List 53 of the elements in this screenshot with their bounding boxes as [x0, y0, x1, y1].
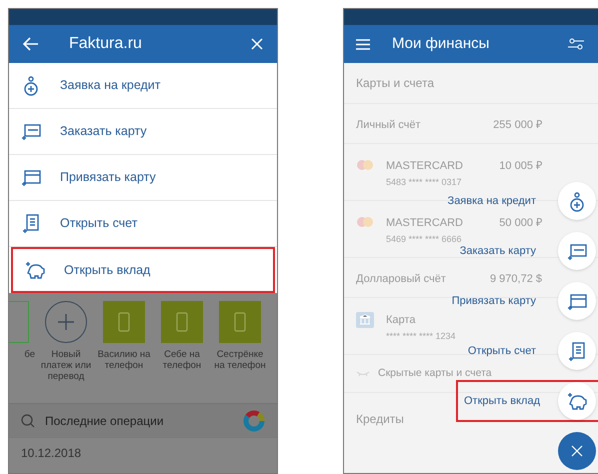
menu-item[interactable]: Заявка на кредит — [9, 63, 277, 109]
account-amount: 255 000 ₽ — [493, 118, 542, 133]
section-title: Кредиты — [356, 411, 404, 428]
phone-tile[interactable] — [103, 301, 145, 343]
bank-icon — [356, 312, 374, 328]
account-name: MASTERCARD — [386, 216, 464, 231]
menu-item[interactable]: Открыть вклад — [11, 247, 275, 293]
card-number: 5483 **** **** 0317 — [386, 176, 463, 188]
filter-icon[interactable] — [568, 37, 584, 51]
fab-menu-label[interactable]: Заказать карту — [454, 242, 542, 260]
menu-item[interactable]: Заказать карту — [9, 109, 277, 155]
account-amount: 9 970,72 $ — [490, 272, 542, 287]
add-payment-button[interactable] — [45, 301, 87, 343]
operations-title: Последние операции — [45, 412, 165, 430]
fab-menu-label[interactable]: Открыть счет — [462, 342, 542, 360]
phone-tile[interactable] — [219, 301, 261, 343]
closed-eye-icon — [356, 370, 370, 376]
section-title: Карты и счета — [356, 75, 434, 92]
document-plus-icon — [566, 340, 588, 362]
card-number: 5469 **** **** 6666 — [386, 232, 463, 246]
header-title: Мои финансы — [392, 34, 490, 54]
account-amount: 50 000 ₽ — [499, 216, 542, 231]
close-icon — [571, 445, 583, 457]
fab-menu-label[interactable]: Привязать карту — [446, 292, 542, 310]
account-name: Личный счёт — [356, 118, 422, 133]
phone-icon — [118, 312, 130, 332]
shortcut-label: Себе на телефон — [162, 349, 202, 371]
card-number: **** **** **** 1234 — [386, 330, 457, 342]
back-icon[interactable] — [23, 37, 39, 51]
menu-item[interactable]: Привязать карту — [9, 155, 277, 201]
shortcut-label: Новый платеж или перевод — [40, 349, 92, 382]
piggy-bank-icon — [25, 260, 46, 280]
search-icon[interactable] — [21, 414, 35, 428]
shortcut-label: Василию на телефон — [97, 349, 151, 371]
header-title: Faktura.ru — [69, 34, 143, 54]
card-logo-icon — [356, 216, 374, 228]
shortcut-label: Сестрёнке на телефон — [213, 349, 267, 371]
plus-icon — [58, 314, 74, 330]
date-label: 10.12.2018 — [21, 444, 82, 462]
phone-tile[interactable] — [161, 301, 203, 343]
phone-icon — [176, 312, 188, 332]
menu-item[interactable]: Открыть счет — [9, 201, 277, 247]
account-name: Карта — [386, 313, 416, 328]
account-amount: 10 005 ₽ — [499, 159, 542, 174]
menu-icon[interactable] — [356, 38, 370, 50]
phone-icon — [234, 312, 246, 332]
piggy-bank-icon — [566, 390, 588, 412]
card-logo-icon — [356, 159, 374, 171]
fab-menu-label[interactable]: Заявка на кредит — [442, 192, 542, 210]
close-icon[interactable] — [251, 38, 263, 50]
shortcut-label: бе — [24, 349, 35, 360]
account-name: Долларовый счёт — [356, 272, 447, 287]
account-name: MASTERCARD — [386, 159, 464, 174]
